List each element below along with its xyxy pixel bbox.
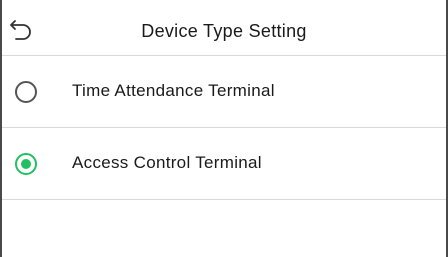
page-title: Device Type Setting <box>141 21 307 41</box>
empty-area <box>2 200 446 257</box>
option-label: Time Attendance Terminal <box>72 81 275 100</box>
option-time-attendance-terminal[interactable]: Time Attendance Terminal <box>2 56 446 128</box>
radio-button-checked[interactable] <box>15 153 37 175</box>
header-bar: Device Type Setting <box>2 0 446 56</box>
option-label: Access Control Terminal <box>72 153 262 172</box>
radio-selected-dot <box>21 159 31 169</box>
radio-button-unchecked[interactable] <box>15 81 37 103</box>
device-type-setting-screen: Device Type Setting Time Attendance Term… <box>0 0 448 257</box>
option-access-control-terminal[interactable]: Access Control Terminal <box>2 128 446 200</box>
